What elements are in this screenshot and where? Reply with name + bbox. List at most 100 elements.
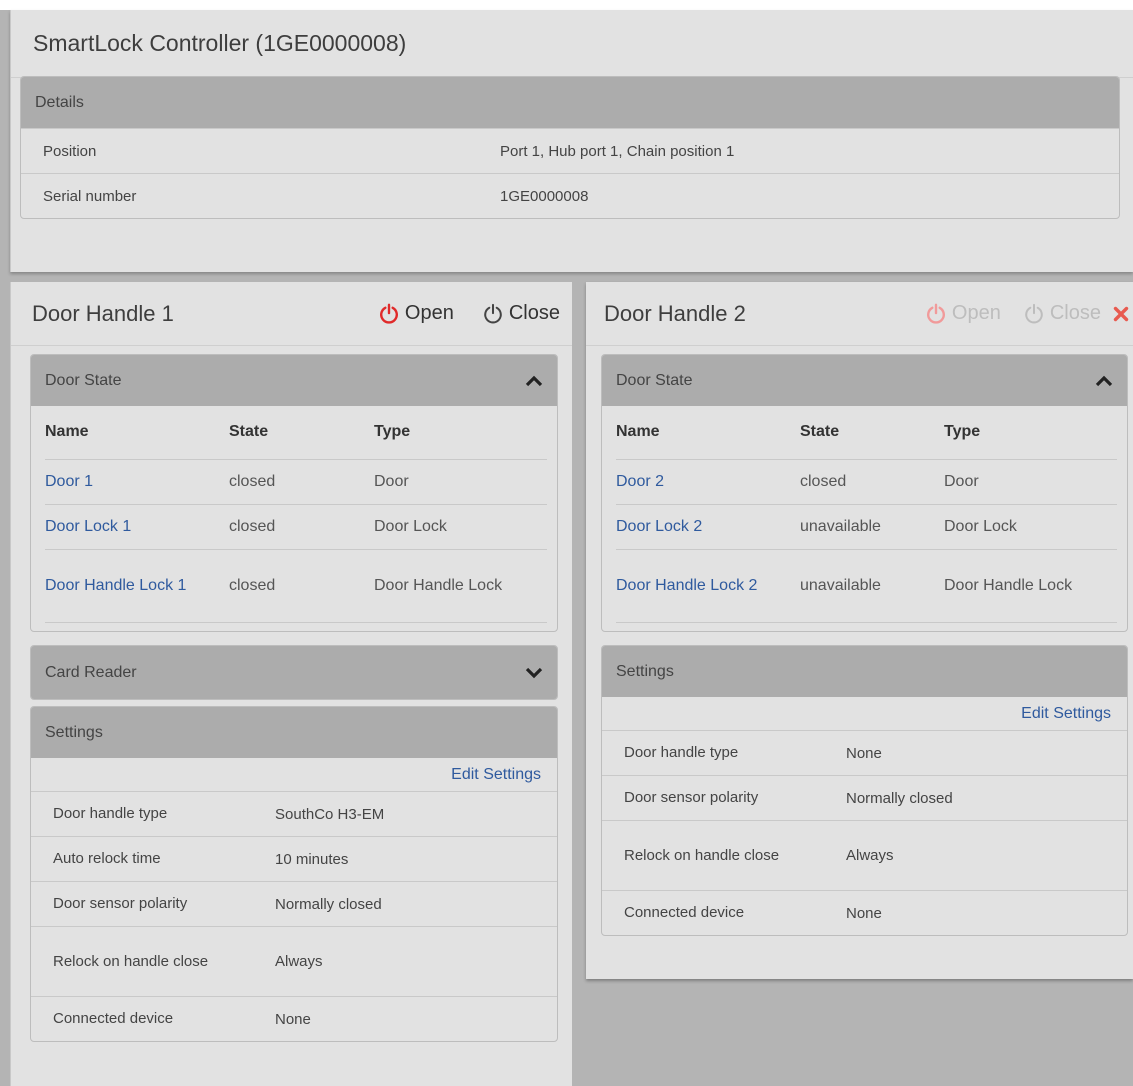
door-link[interactable]: Door 2: [616, 473, 664, 490]
details-row-serial: Serial number 1GE0000008: [21, 173, 1119, 218]
settings-value: SouthCo H3-EM: [275, 805, 385, 823]
settings-value: Always: [275, 953, 323, 970]
panel-actions: Open Close: [897, 302, 1129, 325]
type-cell: Door Handle Lock: [944, 549, 1117, 623]
door-lock-link[interactable]: Door Lock 1: [45, 518, 131, 535]
chevron-down-icon[interactable]: [525, 666, 543, 680]
edit-settings-link[interactable]: Edit Settings: [451, 766, 541, 784]
settings-row: Door sensor polarity Normally closed: [602, 775, 1127, 820]
settings-value: Normally closed: [846, 789, 953, 807]
table-row: Door 2 closed Door: [616, 459, 1117, 505]
type-cell: Door Lock: [944, 504, 1117, 550]
details-header: Details: [21, 77, 1119, 128]
top-strip: [0, 0, 1133, 10]
state-cell: unavailable: [800, 549, 944, 623]
state-cell: closed: [229, 549, 374, 623]
settings-row: Door handle type None: [602, 730, 1127, 775]
type-cell: Door: [944, 459, 1117, 505]
door-link[interactable]: Door 1: [45, 473, 93, 490]
door-handle-lock-link[interactable]: Door Handle Lock 1: [45, 577, 186, 594]
door-lock-link[interactable]: Door Lock 2: [616, 518, 702, 535]
type-cell: Door: [374, 459, 547, 505]
table-row: Door Handle Lock 1 closed Door Handle Lo…: [45, 549, 547, 623]
card-reader-box: Card Reader: [30, 645, 558, 700]
panel-actions: Open Close: [350, 302, 560, 325]
settings-key: Door handle type: [624, 744, 739, 761]
panel-header: Door Handle 2 Open Close: [586, 282, 1133, 346]
settings-key: Door sensor polarity: [624, 789, 759, 806]
state-cell: closed: [800, 459, 944, 505]
table-header-row: Name State Type: [616, 406, 1117, 460]
settings-value: None: [275, 1010, 311, 1028]
door-state-header[interactable]: Door State: [602, 355, 1127, 406]
details-header-label: Details: [35, 93, 84, 111]
door-state-box-2: Door State Name State Type Door 2 closed…: [601, 354, 1128, 632]
table-header-row: Name State Type: [45, 406, 547, 460]
settings-list: Door handle type SouthCo H3-EM Auto relo…: [31, 791, 557, 1041]
state-cell: unavailable: [800, 504, 944, 550]
settings-row: Connected device None: [602, 890, 1127, 935]
column-header-name: Name: [616, 406, 800, 460]
details-value: Port 1, Hub port 1, Chain position 1: [500, 142, 735, 160]
settings-key: Door sensor polarity: [53, 895, 188, 912]
door-state-table-wrap: Name State Type Door 1 closed Door Door …: [31, 406, 557, 623]
close-button[interactable]: Close: [482, 302, 560, 325]
settings-value: None: [846, 744, 882, 762]
type-cell: Door Lock: [374, 504, 547, 550]
open-button[interactable]: Open: [378, 302, 454, 325]
close-label: Close: [508, 302, 560, 324]
details-row-position: Position Port 1, Hub port 1, Chain posit…: [21, 128, 1119, 173]
chevron-up-icon[interactable]: [1095, 374, 1113, 388]
panel-title: Door Handle 1: [32, 300, 174, 326]
settings-row: Connected device None: [31, 996, 557, 1041]
card-reader-label: Card Reader: [45, 663, 137, 681]
settings-key: Auto relock time: [53, 850, 161, 867]
settings-key: Relock on handle close: [624, 846, 780, 864]
door-state-table: Name State Type Door 1 closed Door Door …: [45, 406, 547, 623]
settings-key: Door handle type: [53, 805, 168, 822]
close-button-disabled[interactable]: Close: [1023, 302, 1101, 325]
door-state-table: Name State Type Door 2 closed Door Door …: [616, 406, 1117, 623]
controller-title: SmartLock Controller (1GE0000008): [11, 10, 1133, 78]
open-button-disabled[interactable]: Open: [925, 302, 1001, 325]
state-cell: closed: [229, 504, 374, 550]
column-header-state: State: [800, 406, 944, 460]
column-header-type: Type: [944, 406, 1117, 460]
settings-label: Settings: [45, 723, 103, 741]
table-row: Door Handle Lock 2 unavailable Door Hand…: [616, 549, 1117, 623]
open-label: Open: [951, 302, 1001, 324]
close-x-icon[interactable]: [1113, 306, 1129, 322]
settings-row: Relock on handle close Always: [602, 820, 1127, 890]
edit-settings-link[interactable]: Edit Settings: [1021, 705, 1111, 723]
card-reader-header[interactable]: Card Reader: [31, 646, 557, 699]
details-value: 1GE0000008: [500, 187, 589, 205]
settings-key: Connected device: [624, 904, 745, 921]
power-icon: [925, 303, 947, 325]
column-header-type: Type: [374, 406, 547, 460]
details-key: Serial number: [43, 187, 137, 205]
settings-box-2: Settings Edit Settings Door handle type …: [601, 645, 1128, 936]
settings-key: Connected device: [53, 1010, 174, 1027]
door-state-header[interactable]: Door State: [31, 355, 557, 406]
column-header-name: Name: [45, 406, 229, 460]
door-state-box-1: Door State Name State Type Door 1 closed…: [30, 354, 558, 632]
details-key: Position: [43, 142, 97, 160]
panel-header: Door Handle 1 Open Close: [11, 282, 572, 346]
settings-row: Door sensor polarity Normally closed: [31, 881, 557, 926]
settings-header: Settings: [31, 707, 557, 758]
table-row: Door Lock 1 closed Door Lock: [45, 504, 547, 550]
door-handle-lock-link[interactable]: Door Handle Lock 2: [616, 577, 757, 594]
door-state-label: Door State: [616, 371, 693, 389]
door-state-table-wrap: Name State Type Door 2 closed Door Door …: [602, 406, 1127, 623]
power-icon: [378, 303, 400, 325]
panel-title: Door Handle 2: [604, 300, 746, 326]
settings-value: Always: [846, 847, 894, 864]
power-icon: [482, 303, 504, 325]
edit-row: Edit Settings: [31, 758, 557, 791]
settings-label: Settings: [616, 662, 674, 680]
settings-row: Auto relock time 10 minutes: [31, 836, 557, 881]
settings-row: Door handle type SouthCo H3-EM: [31, 791, 557, 836]
chevron-up-icon[interactable]: [525, 374, 543, 388]
type-cell: Door Handle Lock: [374, 549, 547, 623]
settings-box-1: Settings Edit Settings Door handle type …: [30, 706, 558, 1042]
